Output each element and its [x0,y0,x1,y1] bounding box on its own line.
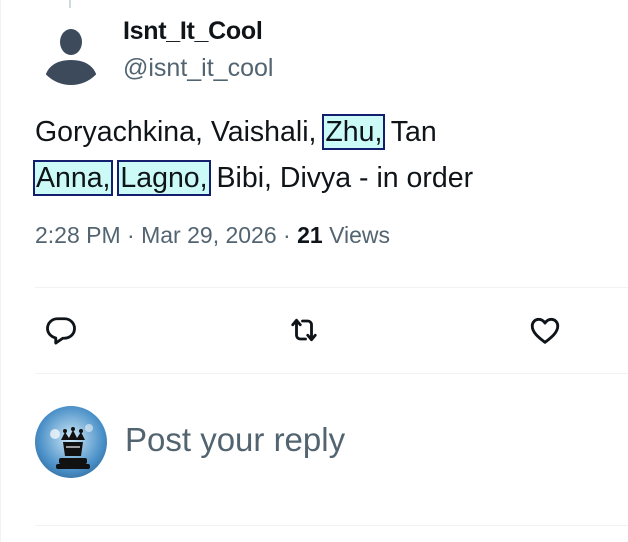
divider-top [35,287,628,288]
tweet-text-segment: Goryachkina, Vaishali, [35,116,325,148]
divider-middle [35,373,628,374]
highlighted-word-anna: Anna, [32,160,114,196]
highlighted-word-zhu: Zhu, [322,114,386,150]
meta-separator: · [283,222,291,248]
tweet-text: Goryachkina, Vaishali, Zhu, Tan Anna, Lag… [32,109,615,201]
highlighted-word-lagno: Lagno, [117,160,211,196]
author-name[interactable]: Isnt_It_Cool [123,17,263,46]
reply-button[interactable] [43,312,79,348]
retweet-icon [291,318,317,342]
divider-bottom [35,525,628,526]
like-button[interactable] [527,312,563,348]
meta-separator: · [127,222,135,248]
default-profile-icon [44,29,98,85]
tweet-date[interactable]: Mar 29, 2026 [141,222,277,248]
author-avatar[interactable] [36,15,106,85]
tweet-card: Isnt_It_Cool @isnt_it_cool Goryachkina, … [0,0,628,542]
chess-king-avatar-icon [50,424,93,469]
user-avatar[interactable] [35,406,107,478]
tweet-time[interactable]: 2:28 PM [35,222,121,248]
views-count: 21 [297,222,323,248]
tweet-text-segment: Tan [383,116,437,148]
tweet-meta: 2:28 PM · Mar 29, 2026 · 21 Views [35,222,390,249]
heart-icon [530,317,560,344]
author-handle[interactable]: @isnt_it_cool [123,54,273,83]
retweet-button[interactable] [286,312,322,348]
reply-input[interactable] [125,418,595,462]
reply-icon [46,317,76,345]
views-label: Views [329,222,391,248]
tweet-text-segment: Bibi, Divya - in order [208,162,474,194]
thread-line [69,0,71,8]
